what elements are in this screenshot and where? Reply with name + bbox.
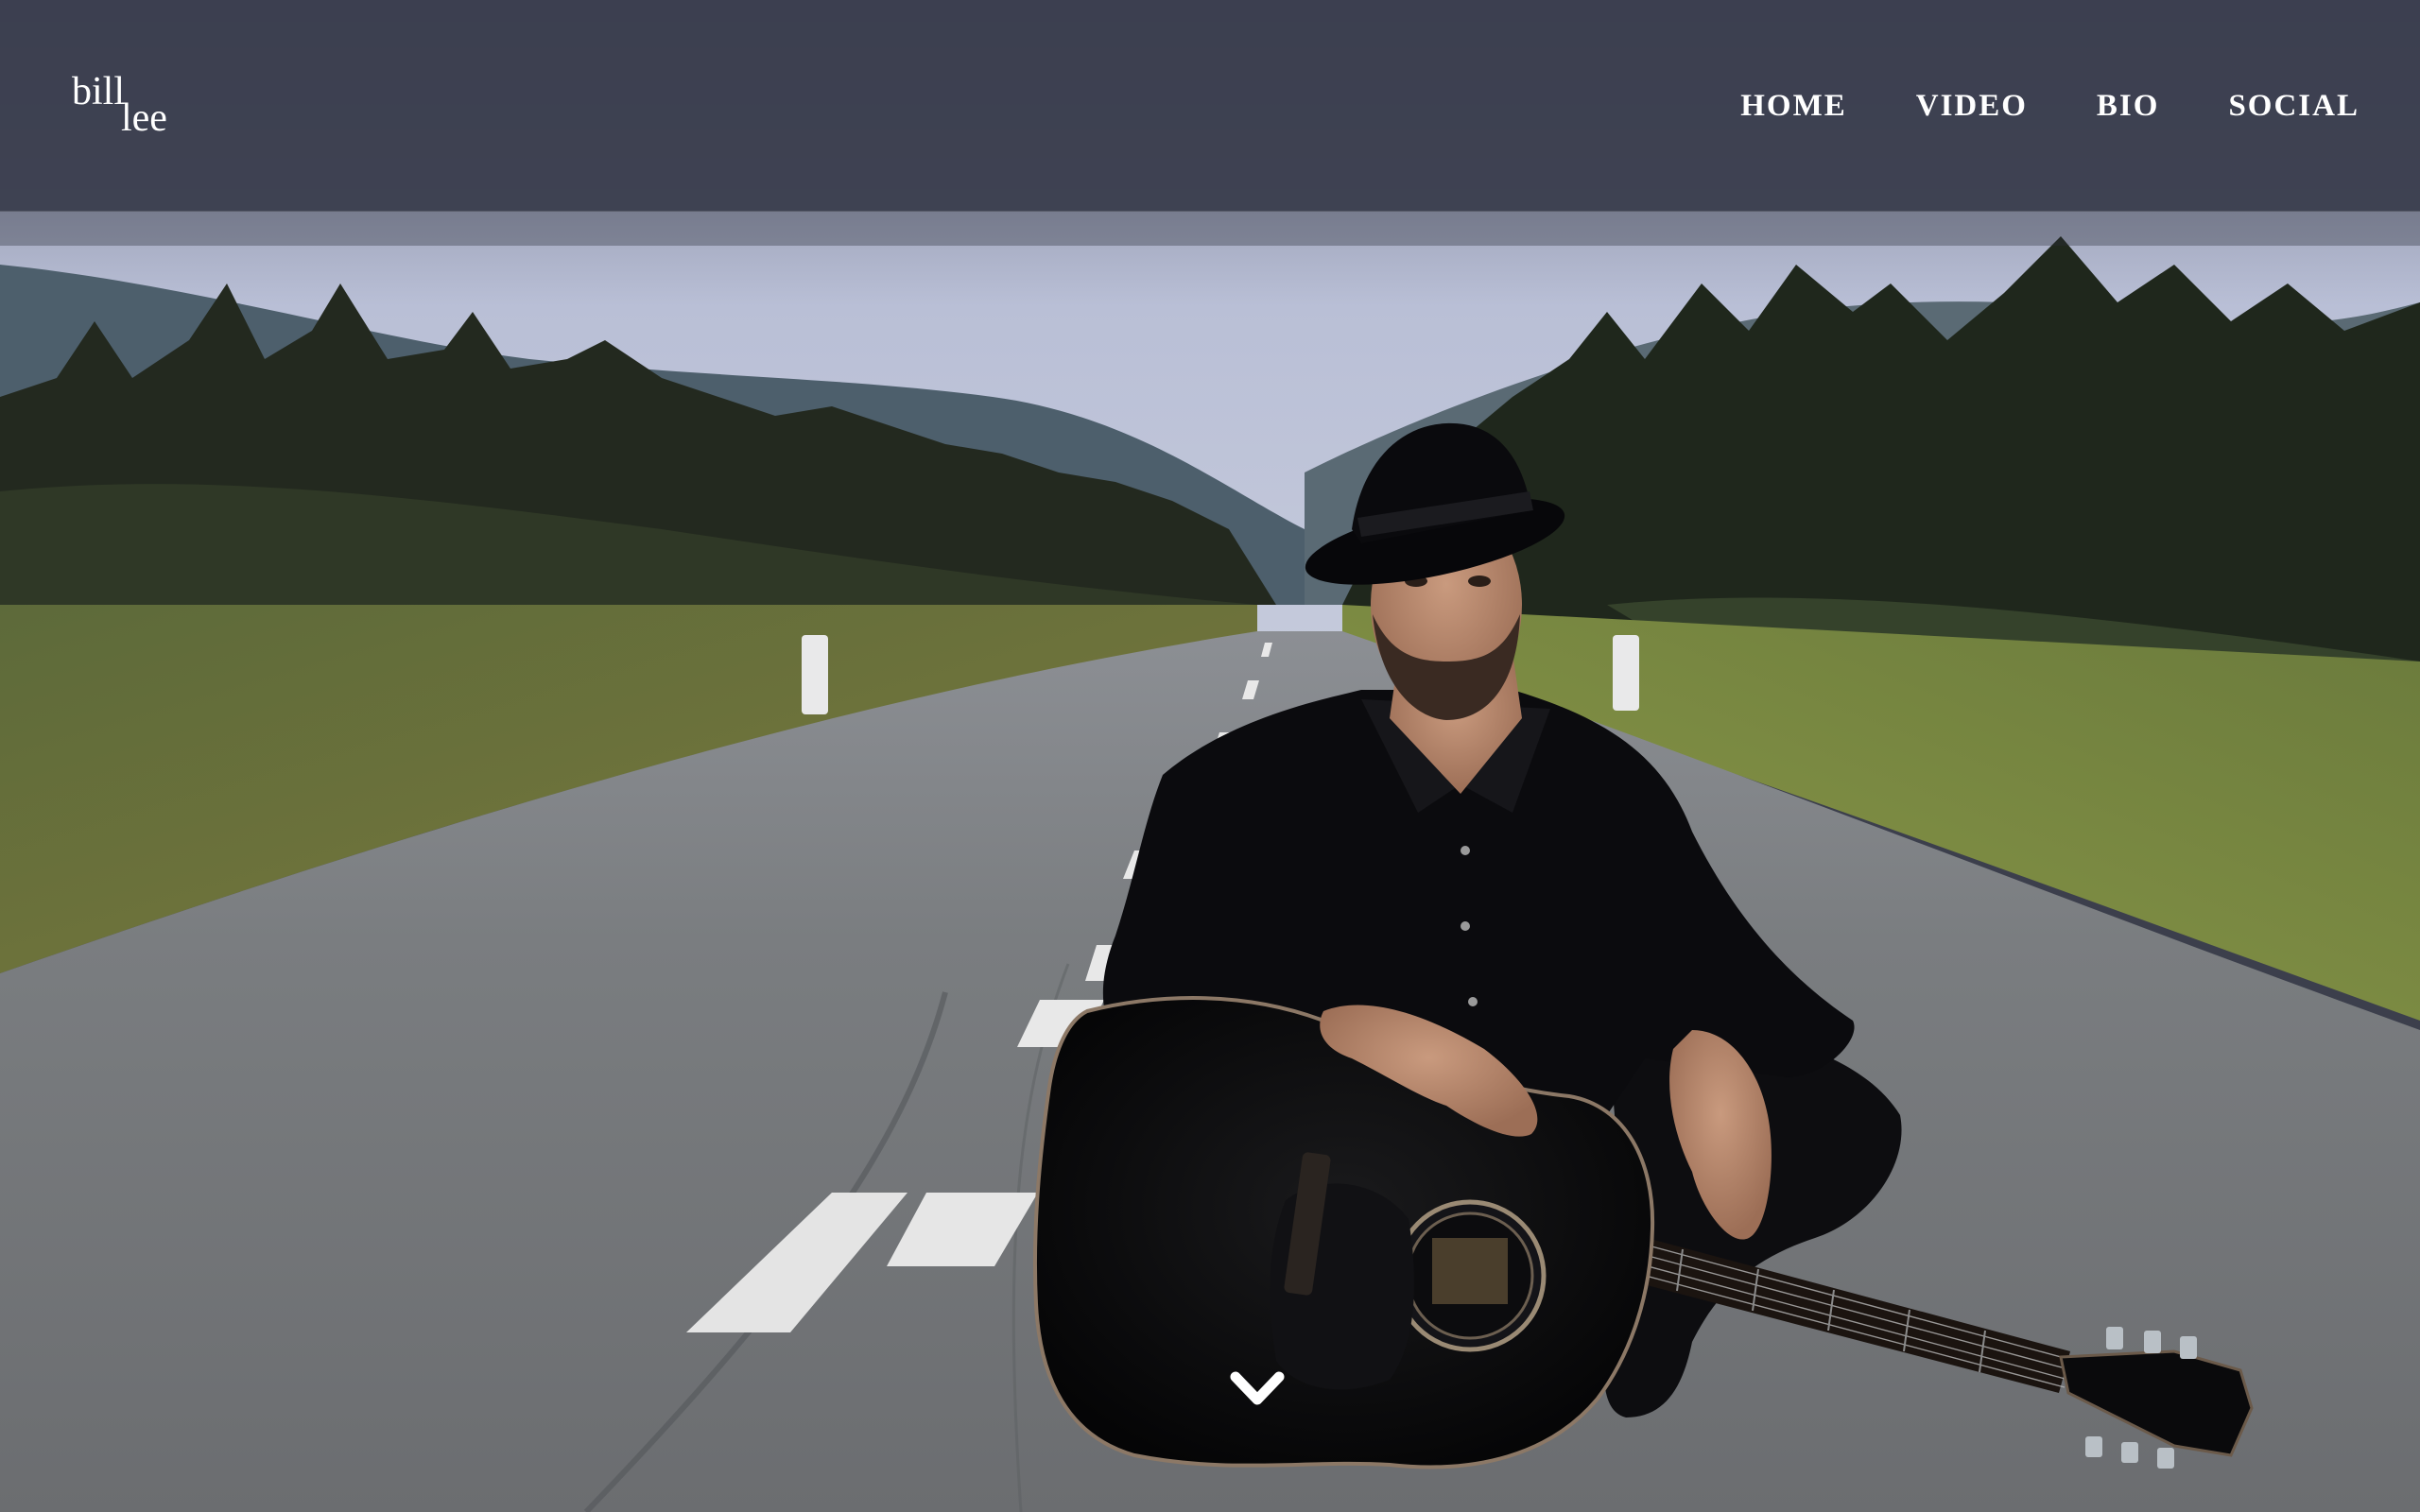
site-header: bill lee HOME VIDEO BIO SOCIAL xyxy=(0,0,2420,211)
chevron-down-icon xyxy=(1230,1371,1285,1405)
site-logo[interactable]: bill lee xyxy=(72,72,182,138)
nav-social[interactable]: SOCIAL xyxy=(2228,91,2360,122)
logo-last-name: lee xyxy=(121,96,167,140)
nav-video[interactable]: VIDEO xyxy=(1916,91,2028,122)
page: bill lee HOME VIDEO BIO SOCIAL xyxy=(0,0,2420,1512)
logo-first-name: bill xyxy=(72,70,126,113)
nav-bio[interactable]: BIO xyxy=(2097,91,2160,122)
main-nav: HOME VIDEO BIO SOCIAL xyxy=(1740,91,2360,122)
hero-photo xyxy=(0,0,2420,1512)
nav-home[interactable]: HOME xyxy=(1740,91,1847,122)
scroll-down-button[interactable] xyxy=(1228,1366,1287,1413)
